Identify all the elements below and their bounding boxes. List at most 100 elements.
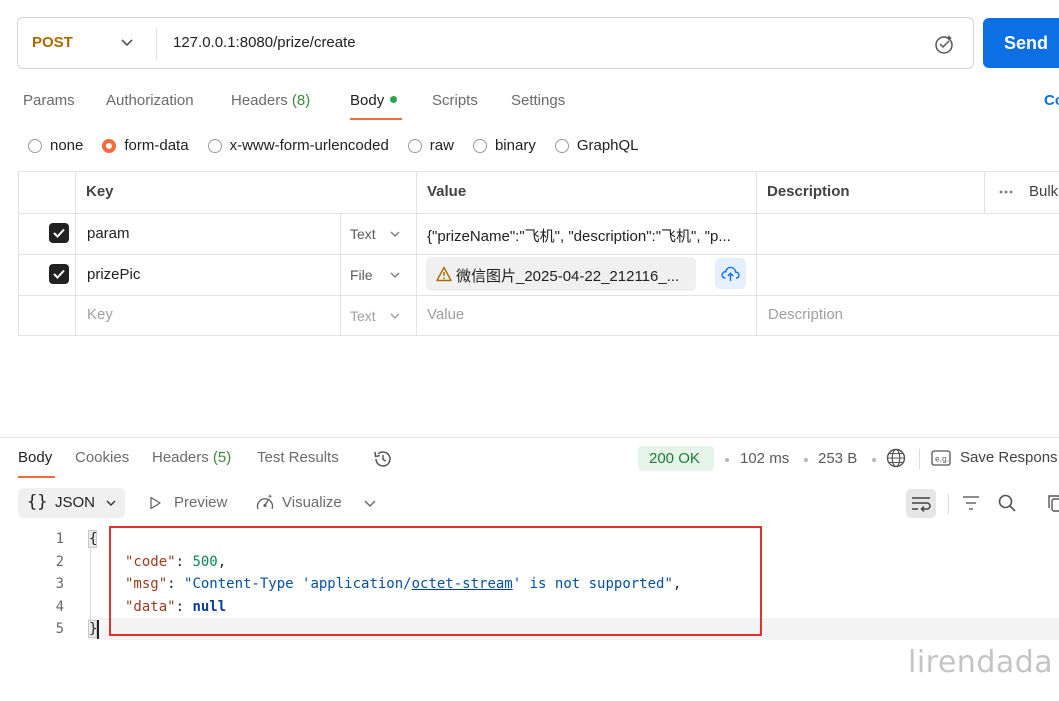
tab-params[interactable]: Params (23, 92, 75, 109)
divider (984, 172, 985, 213)
line-number: 1 (55, 531, 64, 547)
separator-dot (725, 458, 729, 462)
column-header-key: Key (86, 183, 114, 200)
response-time[interactable]: 102 ms (740, 450, 789, 467)
radio-label: none (50, 137, 84, 154)
indent-guide (90, 536, 91, 628)
tab-scripts[interactable]: Scripts (432, 92, 478, 109)
row-checkbox[interactable] (49, 264, 69, 284)
key-placeholder[interactable]: Key (87, 306, 113, 323)
response-tab-test-results[interactable]: Test Results (257, 449, 339, 466)
text-cursor (97, 620, 99, 639)
response-tab-headers-label: Headers (152, 449, 209, 466)
radio-label: x-www-form-urlencoded (229, 137, 389, 154)
value-placeholder[interactable]: Value (427, 306, 464, 323)
history-icon[interactable] (372, 448, 394, 470)
tab-headers[interactable]: Headers (8) (231, 92, 310, 109)
url-input[interactable]: 127.0.0.1:8080/prize/create (173, 34, 356, 51)
visualize-icon[interactable] (255, 493, 275, 513)
line-number: 4 (55, 599, 64, 615)
filter-icon[interactable] (961, 493, 981, 513)
column-header-description: Description (767, 183, 850, 200)
divider (919, 449, 920, 469)
divider (19, 295, 1059, 296)
visualize-button[interactable]: Visualize (282, 494, 342, 511)
cookie-settings-icon[interactable] (933, 33, 955, 55)
radio-circle (472, 138, 487, 153)
tab-body-label: Body (350, 92, 385, 109)
type-select[interactable]: Text (350, 308, 376, 324)
divider (75, 172, 76, 335)
radio-circle (554, 138, 569, 153)
row-checkbox[interactable] (49, 223, 69, 243)
type-select[interactable]: File (350, 267, 373, 283)
chevron-down-icon[interactable] (389, 310, 401, 322)
radio-label: GraphQL (576, 137, 639, 154)
chevron-down-icon (106, 500, 116, 506)
upload-button[interactable] (715, 258, 746, 289)
radio-circle (102, 138, 117, 153)
body-type-group: none form-data x-www-form-urlencoded raw… (28, 137, 658, 154)
save-response-button[interactable]: Save Respons (960, 449, 1058, 466)
radio-label: raw (429, 137, 454, 154)
response-size[interactable]: 253 B (818, 450, 857, 467)
check-icon (53, 269, 65, 279)
wrap-lines-button[interactable] (906, 489, 936, 518)
format-select[interactable]: {} JSON (18, 488, 125, 518)
chevron-down-icon[interactable] (362, 495, 378, 511)
file-chip[interactable]: 微信图片_2025-04-22_212116_... (426, 257, 696, 291)
code-link[interactable]: Co (1044, 92, 1059, 109)
divider (416, 172, 417, 335)
tab-body[interactable]: Body (350, 92, 398, 109)
chevron-down-icon[interactable] (389, 228, 401, 240)
watermark: lirendada (908, 645, 1054, 680)
tab-authorization[interactable]: Authorization (106, 92, 194, 109)
play-icon[interactable] (147, 495, 163, 511)
status-badge: 200 OK (638, 446, 714, 471)
radio-circle (28, 138, 42, 153)
radio-raw[interactable]: raw (407, 137, 454, 154)
radio-label: form-data (124, 137, 189, 154)
chevron-down-icon[interactable] (389, 269, 401, 281)
column-header-value: Value (427, 183, 467, 200)
wrap-lines-icon (912, 497, 931, 513)
divider (19, 213, 1059, 214)
method-select[interactable]: POST (32, 34, 73, 51)
response-tab-headers[interactable]: Headers (5) (152, 449, 231, 466)
response-tab-cookies[interactable]: Cookies (75, 449, 129, 466)
save-example-icon[interactable]: e.g. (931, 449, 951, 467)
headers-count: (5) (212, 449, 232, 466)
radio-graphql[interactable]: GraphQL (554, 137, 639, 154)
tab-settings[interactable]: Settings (511, 92, 565, 109)
active-tab-indicator (350, 118, 402, 120)
separator-dot (872, 458, 876, 462)
row-key[interactable]: param (87, 225, 130, 242)
file-name: 微信图片_2025-04-22_212116_... (456, 268, 680, 285)
json-braces-icon: {} (27, 492, 48, 512)
description-placeholder[interactable]: Description (768, 306, 843, 323)
send-button[interactable]: Send (983, 18, 1059, 68)
radio-circle (207, 138, 222, 153)
divider (156, 28, 157, 60)
type-select[interactable]: Text (350, 226, 376, 242)
radio-binary[interactable]: binary (472, 137, 536, 154)
row-value[interactable]: {"prizeName":"飞机", "description":"飞机", "… (427, 225, 752, 246)
divider (756, 172, 757, 335)
bulk-edit-button[interactable]: Bulk (1029, 183, 1058, 200)
line-number: 3 (55, 576, 64, 592)
globe-icon[interactable] (885, 447, 907, 469)
copy-icon[interactable] (1046, 493, 1059, 513)
radio-form-data[interactable]: form-data (102, 137, 189, 154)
response-tab-body[interactable]: Body (18, 449, 52, 466)
more-options-icon[interactable] (999, 190, 1013, 194)
radio-none[interactable]: none (28, 137, 83, 154)
preview-button[interactable]: Preview (174, 494, 227, 511)
headers-count: (8) (291, 92, 311, 109)
radio-x-www-form-urlencoded[interactable]: x-www-form-urlencoded (207, 137, 389, 154)
row-key[interactable]: prizePic (87, 266, 140, 283)
format-label: JSON (55, 494, 96, 511)
chevron-down-icon[interactable] (120, 35, 134, 49)
line-number: 5 (55, 621, 64, 637)
modified-dot (390, 95, 398, 103)
search-icon[interactable] (997, 493, 1017, 513)
